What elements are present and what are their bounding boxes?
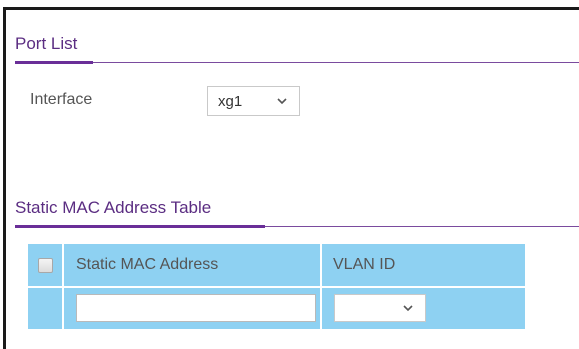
interface-select-value: xg1 [218, 92, 243, 110]
column-header-vlan-id: VLAN ID [333, 256, 396, 273]
static-mac-table: Static MAC Address VLAN ID [28, 244, 525, 329]
table-row-divider [28, 286, 525, 288]
port-list-divider [15, 62, 579, 63]
port-list-title: Port List [15, 34, 78, 53]
vlan-id-select[interactable] [334, 294, 426, 322]
chevron-down-icon [401, 303, 415, 313]
interface-select[interactable]: xg1 [207, 86, 300, 116]
chevron-down-icon [275, 96, 289, 106]
column-header-static-mac-address: Static MAC Address [76, 256, 219, 273]
mac-address-input[interactable] [76, 294, 316, 322]
select-all-checkbox[interactable] [38, 258, 53, 273]
interface-label: Interface [30, 91, 93, 108]
static-mac-table-title-underline [15, 225, 265, 228]
static-mac-table-title: Static MAC Address Table [15, 198, 212, 217]
port-list-title-underline [15, 61, 93, 64]
